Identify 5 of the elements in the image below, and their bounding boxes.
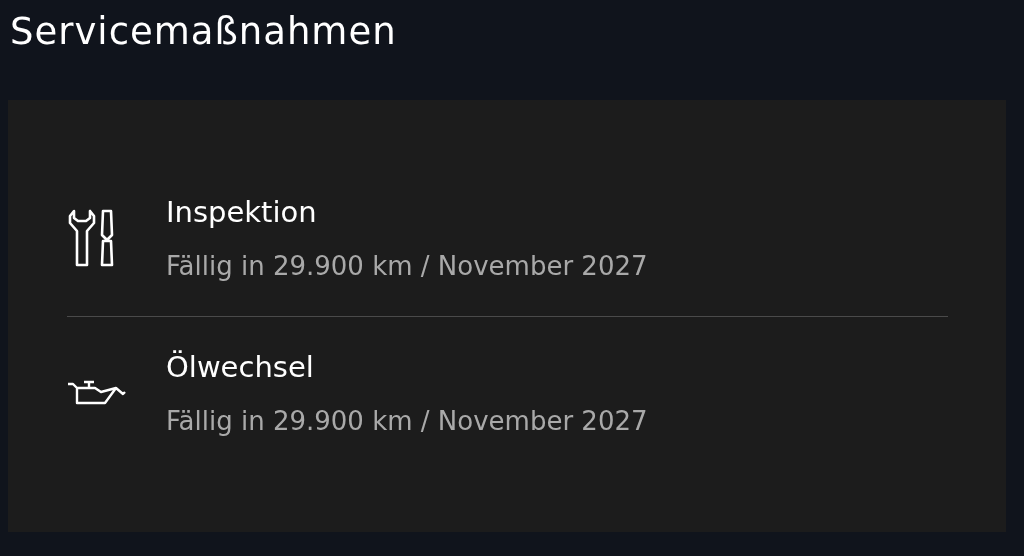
- service-name: Ölwechsel: [166, 348, 315, 386]
- service-due-date: Fällig in 29.900 km / November 2027: [166, 249, 648, 283]
- page-title: Servicemaßnahmen: [10, 9, 398, 55]
- service-name: Inspektion: [166, 193, 318, 231]
- service-due-date: Fällig in 29.900 km / November 2027: [166, 404, 648, 438]
